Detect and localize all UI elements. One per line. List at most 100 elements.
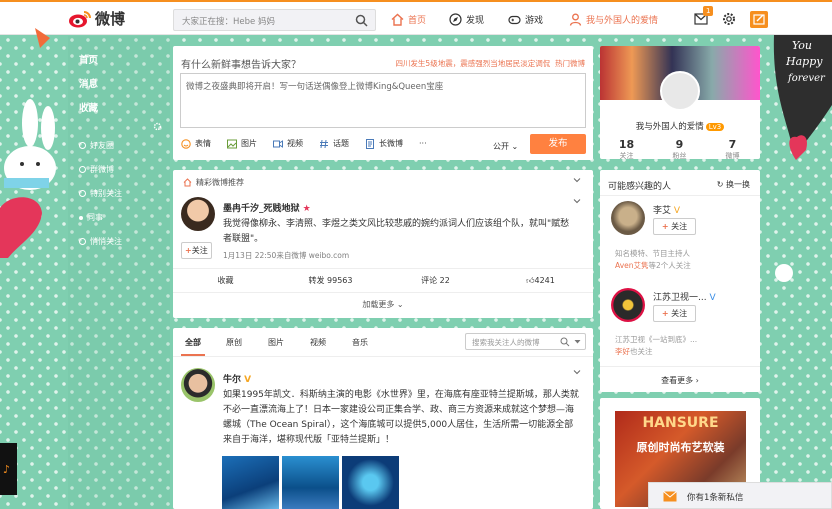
avatar[interactable] bbox=[611, 201, 645, 235]
caret-down-icon[interactable] bbox=[574, 339, 581, 345]
sidebar-sub-label: 好友圈 bbox=[90, 141, 114, 150]
follow-button[interactable]: +关注 bbox=[181, 242, 212, 259]
see-more-label: 查看更多 bbox=[661, 376, 694, 385]
topic-button[interactable]: 话题 bbox=[319, 138, 349, 149]
sidebar-item-colleagues[interactable]: 同事 bbox=[79, 212, 103, 223]
verified-badge-icon: V bbox=[673, 206, 681, 216]
tab-videos[interactable]: 视频 bbox=[310, 337, 326, 348]
see-more-link[interactable]: 查看更多 › bbox=[600, 375, 760, 386]
comment-action[interactable]: 评论 22 bbox=[383, 269, 488, 292]
like-action[interactable]: 👍︎4241 bbox=[488, 269, 593, 292]
sidebar-item-home[interactable]: 首页 bbox=[79, 52, 98, 66]
follow-button[interactable]: + 关注 bbox=[653, 218, 696, 235]
nav-home-label: 首页 bbox=[408, 16, 427, 26]
post-image[interactable] bbox=[222, 456, 279, 509]
suggested-user-name[interactable]: 李艾 V bbox=[653, 203, 680, 216]
emoji-button[interactable]: 表情 bbox=[181, 138, 211, 149]
sidebar-item-group-weibo[interactable]: 群微博 bbox=[79, 164, 114, 175]
load-more-label: 加载更多 bbox=[362, 300, 395, 309]
sidebar-item-special-follow[interactable]: 特别关注 bbox=[79, 188, 122, 199]
top-navbar: 微博 大家正在搜：Hebe 妈妈 首页 发现 游戏 我与外国人的爱情 1 bbox=[0, 0, 832, 35]
chevron-down-icon[interactable] bbox=[573, 197, 581, 205]
repost-action[interactable]: 转发 99563 bbox=[278, 269, 383, 292]
private-message-bar[interactable]: 你有1条新私信 bbox=[648, 482, 832, 509]
tab-divider bbox=[173, 356, 593, 357]
suggested-user-name[interactable]: 江苏卫视一... V bbox=[653, 290, 716, 303]
stat-label: 关注 bbox=[619, 152, 634, 159]
suggested-user-desc: 江苏卫视《一站到底》... 李好也关注 bbox=[615, 334, 755, 358]
more-tools-button[interactable]: ··· bbox=[419, 139, 427, 148]
profile-card: 我与外国人的爱情 Lv3 18 关注 9 粉丝 7 微博 bbox=[600, 46, 760, 159]
chevron-down-icon[interactable] bbox=[573, 176, 581, 184]
image-button[interactable]: 图片 bbox=[227, 138, 257, 149]
post-image[interactable] bbox=[282, 456, 339, 509]
gear-icon[interactable] bbox=[722, 12, 736, 26]
chevron-down-icon[interactable] bbox=[573, 368, 581, 376]
tab-images[interactable]: 图片 bbox=[268, 337, 284, 348]
search-icon[interactable] bbox=[355, 14, 368, 27]
search-input[interactable]: 大家正在搜：Hebe 妈妈 bbox=[173, 9, 376, 31]
stat-label: 微博 bbox=[725, 152, 740, 159]
weibo-logo[interactable]: 微博 bbox=[68, 8, 125, 29]
stat-following[interactable]: 18 关注 bbox=[600, 138, 653, 159]
private-message-text: 你有1条新私信 bbox=[687, 493, 744, 503]
desc-text: 江苏卫视《一站到底》... bbox=[615, 335, 698, 344]
post-textarea[interactable]: 微博之夜盛典即将开启！写一句话送偶像登上微博King&Queen宝座 bbox=[180, 73, 586, 128]
sidebar-sub-label: 同事 bbox=[87, 213, 103, 222]
user-icon bbox=[569, 13, 582, 26]
follow-button[interactable]: + 关注 bbox=[653, 305, 696, 322]
feed-panel: 全部 原创 图片 视频 音乐 搜索我关注人的微博 牛尔 V 如果1995年凯文．… bbox=[173, 328, 593, 509]
stat-followers[interactable]: 9 粉丝 bbox=[653, 138, 706, 159]
search-icon[interactable] bbox=[560, 337, 570, 347]
nav-home[interactable]: 首页 bbox=[391, 13, 426, 26]
desc-text: 知名模特、节目主持人 bbox=[615, 249, 690, 258]
post-author[interactable]: 牛尔 V bbox=[223, 372, 251, 385]
circle-icon bbox=[79, 142, 86, 149]
stat-value: 7 bbox=[728, 138, 737, 151]
avatar[interactable] bbox=[181, 197, 215, 231]
smiley-icon bbox=[181, 138, 191, 149]
favorite-action[interactable]: 收藏 bbox=[173, 269, 278, 292]
message-count-badge: 1 bbox=[703, 6, 714, 16]
desc-link[interactable]: Aven艾隽 bbox=[615, 261, 649, 270]
sidebar-item-friends-circle[interactable]: 好友圈 bbox=[79, 140, 114, 151]
feed-search-input[interactable]: 搜索我关注人的微博 bbox=[465, 333, 586, 350]
publish-button[interactable]: 发布 bbox=[530, 134, 586, 154]
post-author-name: 墨冉千汐_死贱地狱 bbox=[223, 204, 300, 214]
music-player-tab[interactable]: ♪ bbox=[0, 443, 17, 495]
sidebar-sub-label: 群微博 bbox=[90, 165, 114, 174]
desc-link[interactable]: 李好 bbox=[615, 347, 630, 356]
stat-posts[interactable]: 7 微博 bbox=[706, 138, 759, 159]
nav-games[interactable]: 游戏 bbox=[508, 13, 543, 26]
nav-profile[interactable]: 我与外国人的爱情 bbox=[569, 13, 658, 26]
sidebar-item-messages[interactable]: 消息 bbox=[79, 76, 98, 90]
long-weibo-button[interactable]: 长微博 bbox=[365, 138, 403, 149]
tab-original[interactable]: 原创 bbox=[226, 337, 242, 348]
sidebar-item-favorites[interactable]: 收藏 bbox=[79, 100, 98, 114]
level-badge: Lv3 bbox=[705, 123, 725, 131]
profile-avatar[interactable] bbox=[660, 71, 700, 111]
tab-music[interactable]: 音乐 bbox=[352, 337, 368, 348]
video-button[interactable]: 视频 bbox=[273, 138, 303, 149]
compose-button[interactable] bbox=[750, 11, 768, 28]
post-image[interactable] bbox=[342, 456, 399, 509]
avatar[interactable] bbox=[181, 368, 215, 402]
post-actions: 收藏 转发 99563 评论 22 👍︎4241 bbox=[173, 268, 593, 292]
tab-all[interactable]: 全部 bbox=[185, 337, 201, 348]
hot-topic-link[interactable]: 四川发生5级地震，震感强烈当地居民淡定调侃 热门微博 bbox=[395, 58, 585, 69]
image-icon bbox=[227, 139, 237, 148]
load-more-button[interactable]: 加载更多 ⌄ bbox=[173, 292, 593, 316]
sidebar-settings-icon[interactable] bbox=[153, 122, 162, 131]
suggested-user-name-text: 江苏卫视一... bbox=[653, 293, 707, 303]
desc-suffix: 也关注 bbox=[630, 347, 653, 356]
visibility-label: 公开 bbox=[493, 142, 509, 151]
gamepad-icon bbox=[508, 15, 521, 25]
post-author[interactable]: 墨冉千汐_死贱地狱 ★ bbox=[223, 201, 311, 214]
visibility-select[interactable]: 公开 ⌄ bbox=[493, 141, 518, 152]
refresh-button[interactable]: ↻ 换一换 bbox=[717, 179, 750, 190]
avatar[interactable] bbox=[611, 288, 645, 322]
nav-discover[interactable]: 发现 bbox=[449, 13, 484, 26]
profile-name[interactable]: 我与外国人的爱情 Lv3 bbox=[600, 120, 760, 132]
sidebar-item-secret-follow[interactable]: 悄悄关注 bbox=[79, 236, 122, 247]
hot-weibo-link[interactable]: 热门微博 bbox=[555, 59, 585, 68]
